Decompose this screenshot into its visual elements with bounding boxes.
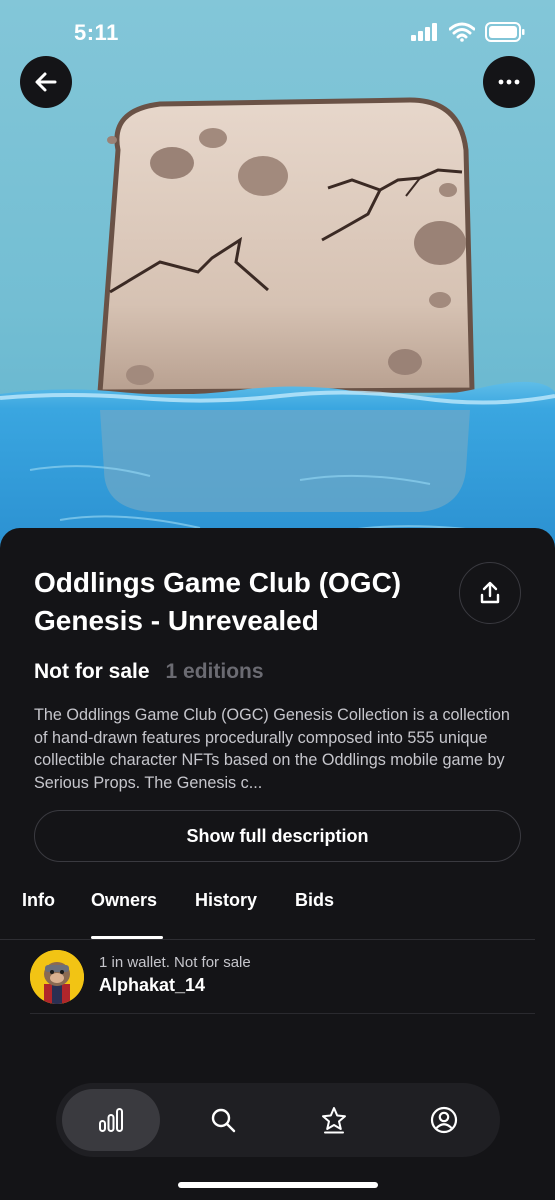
search-icon [211,1108,236,1133]
tab-bids[interactable]: Bids [295,890,334,911]
nav-profile[interactable] [414,1083,474,1157]
wifi-icon [449,22,475,42]
owner-avatar[interactable] [30,950,84,1004]
status-bar: 5:11 [0,0,555,64]
status-time: 5:11 [74,20,119,45]
nav-watchlist[interactable] [304,1083,364,1157]
activity-icon [99,1108,123,1132]
nav-search[interactable] [193,1083,253,1157]
cellular-signal-icon [411,23,437,41]
owner-name[interactable]: Alphakat_14 [99,975,205,996]
sale-info-row: Not for sale 1 editions [34,660,264,684]
nft-image[interactable] [0,0,555,560]
tab-owners[interactable]: Owners [91,890,157,911]
nav-activity[interactable] [62,1089,160,1151]
sale-status: Not for sale [34,660,150,683]
back-arrow-icon [35,72,57,92]
monkey-avatar-image [30,950,84,1004]
owner-list-item[interactable]: 1 in wallet. Not for sale Alphakat_14 [30,946,535,1014]
home-indicator[interactable] [178,1182,378,1188]
watchlist-star-icon [322,1107,346,1134]
share-icon [480,581,500,604]
show-full-description-button[interactable]: Show full description [34,810,521,862]
owner-wallet-status: 1 in wallet. Not for sale [99,954,251,971]
back-button[interactable] [20,56,72,108]
egg-rock-illustration [0,97,555,560]
nft-description: The Oddlings Game Club (OGC) Genesis Col… [34,706,510,792]
detail-tabs: Info Owners History Bids [0,878,535,940]
share-button[interactable] [459,562,521,624]
more-dots-icon [498,79,520,85]
editions-count: 1 editions [165,660,264,683]
profile-icon [430,1106,458,1134]
nft-title: Oddlings Game Club (OGC) Genesis - Unrev… [34,567,402,636]
battery-icon [485,22,525,42]
tab-info[interactable]: Info [22,890,55,911]
more-options-button[interactable] [483,56,535,108]
tab-history[interactable]: History [195,890,257,911]
status-icons [411,22,525,42]
bottom-navigation [56,1083,500,1157]
active-tab-indicator [91,936,163,939]
